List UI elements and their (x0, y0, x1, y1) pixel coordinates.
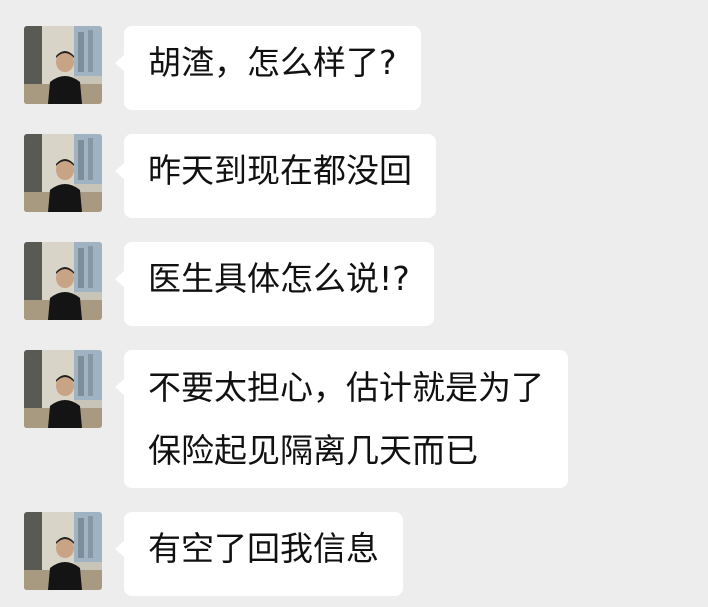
avatar-photo (24, 242, 102, 320)
message-bubble[interactable]: 医生具体怎么说!? (115, 242, 434, 326)
message-bubble[interactable]: 不要太担心，估计就是为了 保险起见隔离几天而已 (115, 350, 568, 488)
message-bubble[interactable]: 昨天到现在都没回 (115, 134, 436, 218)
avatar[interactable] (24, 26, 102, 104)
chat-area: 胡渣，怎么样了? 昨天到现在都没回 医生具体怎么说!? 不要太担心，估计就是为了… (0, 0, 708, 607)
message-row: 不要太担心，估计就是为了 保险起见隔离几天而已 (0, 350, 708, 488)
avatar[interactable] (24, 512, 102, 590)
avatar-photo (24, 350, 102, 428)
avatar-photo (24, 134, 102, 212)
avatar[interactable] (24, 350, 102, 428)
message-row: 有空了回我信息 (0, 512, 708, 596)
message-row: 胡渣，怎么样了? (0, 26, 708, 110)
message-bubble[interactable]: 有空了回我信息 (115, 512, 403, 596)
message-row: 昨天到现在都没回 (0, 134, 708, 218)
message-row: 医生具体怎么说!? (0, 242, 708, 326)
avatar[interactable] (24, 134, 102, 212)
avatar-photo (24, 26, 102, 104)
avatar-photo (24, 512, 102, 590)
message-bubble[interactable]: 胡渣，怎么样了? (115, 26, 421, 110)
avatar[interactable] (24, 242, 102, 320)
